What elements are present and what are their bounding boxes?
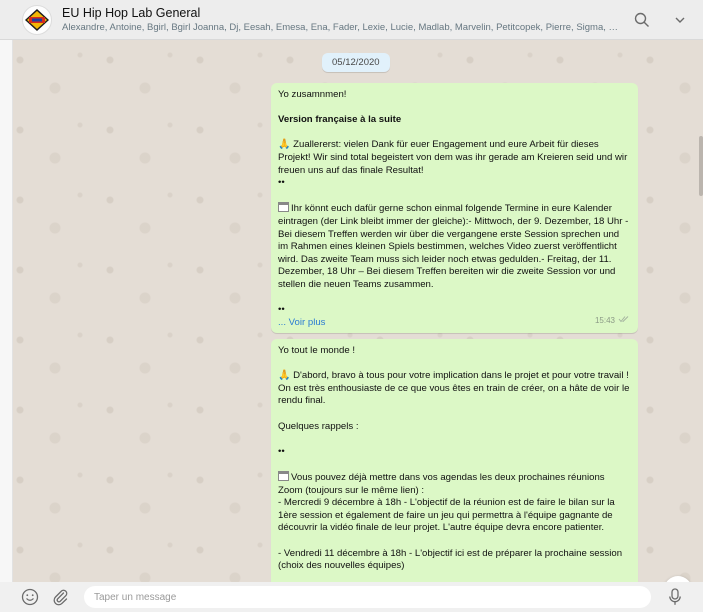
paperclip-icon[interactable] [50,587,70,607]
microphone-icon[interactable] [665,587,685,607]
chevron-down-icon[interactable] [671,11,689,29]
message-paragraph: Quelques rappels : [278,420,359,432]
read-more-link[interactable]: ... Voir plus [278,317,325,328]
dots-separator: •• [278,177,285,189]
message-bubble[interactable]: Yo zusamnmen! Version française à la sui… [271,83,638,333]
composer-bar [0,582,703,612]
message-time: 15:43 [594,316,615,326]
message-meta: 15:43 [595,315,630,328]
scrollbar-thumb[interactable] [699,136,703,196]
message-input[interactable] [84,586,651,608]
search-icon[interactable] [633,11,651,29]
praying-hands-icon: 🙏 [278,139,291,151]
dots-separator: •• [278,304,285,316]
group-logo[interactable] [22,4,52,35]
message-paragraph: 🙏 D'abord, bravo à tous pour votre impli… [278,370,630,407]
chat-header-text[interactable]: EU Hip Hop Lab General Alexandre, Antoin… [62,6,623,34]
message-paragraph: - Mercredi 9 décembre à 18h - L'objectif… [278,497,615,534]
message-area[interactable]: 05/12/2020 Yo zusamnmen! Version françai… [0,40,703,582]
message-heading: Version française à la suite [278,114,402,126]
emoji-icon[interactable] [20,587,40,607]
whatsapp-chat-window: EU Hip Hop Lab General Alexandre, Antoin… [0,0,703,612]
message-greeting: Yo tout le monde ! [278,345,355,356]
message-paragraph: Ihr könnt euch dafür gerne schon einmal … [278,202,629,290]
left-panel-edge [0,40,13,582]
dots-separator: •• [278,445,285,457]
header-actions [633,11,689,29]
scroll-down-button[interactable] [664,576,692,582]
calendar-icon [278,470,289,481]
message-paragraph: 🙏 Zuallererst: vielen Dank für euer Enga… [278,139,628,176]
praying-hands-icon: 🙏 [278,370,291,382]
message-bubble[interactable]: Yo tout le monde ! 🙏 D'abord, bravo à to… [271,339,638,582]
date-separator: 05/12/2020 [322,53,390,72]
chat-title: EU Hip Hop Lab General [62,5,201,20]
calendar-icon [278,202,289,213]
message-paragraph: - Vendredi 11 décembre à 18h - L'objecti… [278,547,623,572]
participants-list: Alexandre, Antoine, Bgirl, Bgirl Joanna,… [62,21,623,33]
message-greeting: Yo zusamnmen! [278,89,347,100]
message-paragraph: Vous pouvez déjà mettre dans vos agendas… [278,470,605,496]
chevron-down-icon [672,581,684,582]
double-check-icon [618,315,630,328]
chat-header[interactable]: EU Hip Hop Lab General Alexandre, Antoin… [0,0,703,40]
